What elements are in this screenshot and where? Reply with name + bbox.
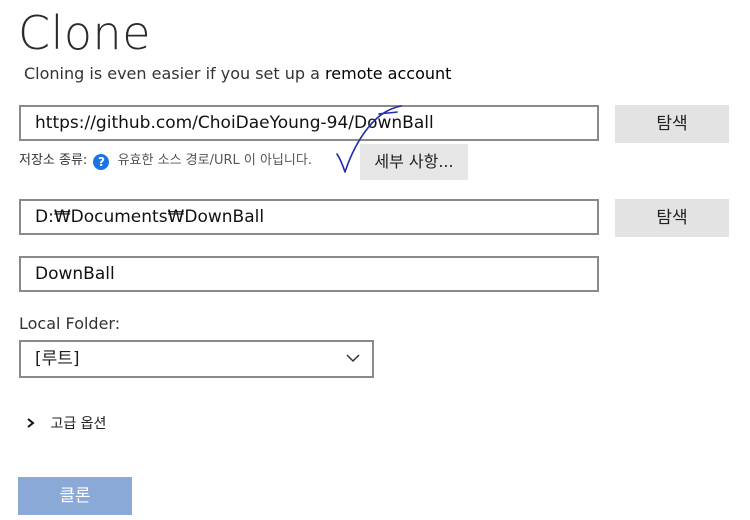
advanced-options-label: 고급 옵션 [50,416,107,432]
repo-status-message: 유효한 소스 경로/URL 이 아닙니다. [117,153,312,168]
repo-type-label: 저장소 종류: [19,153,88,168]
local-path-input[interactable]: D:₩Documents₩DownBall [19,199,599,235]
local-folder-label: Local Folder: [19,314,121,333]
help-icon[interactable]: ? [93,154,110,170]
repo-status-line: 저장소 종류: ? 유효한 소스 경로/URL 이 아닙니다. [19,152,312,170]
subtitle: Cloning is even easier if you set up a r… [24,64,451,84]
chevron-right-icon [27,418,35,428]
advanced-options-toggle[interactable]: 고급 옵션 [24,414,106,434]
subtitle-text: Cloning is even easier if you set up a [24,64,320,83]
local-folder-select[interactable]: [루트] [19,340,374,378]
browse-path-button[interactable]: 탐색 [615,199,729,237]
clone-button[interactable]: 클론 [18,477,132,515]
local-folder-selected: [루트] [35,349,80,369]
remote-account-link[interactable]: remote account [325,64,451,83]
repository-name-input[interactable]: DownBall [19,256,599,292]
chevron-down-icon [346,354,360,363]
page-title: Clone [18,6,151,60]
details-button[interactable]: 세부 사항... [360,144,468,180]
browse-url-button[interactable]: 탐색 [615,105,729,143]
repository-url-input[interactable]: https://github.com/ChoiDaeYoung-94/DownB… [19,105,599,141]
